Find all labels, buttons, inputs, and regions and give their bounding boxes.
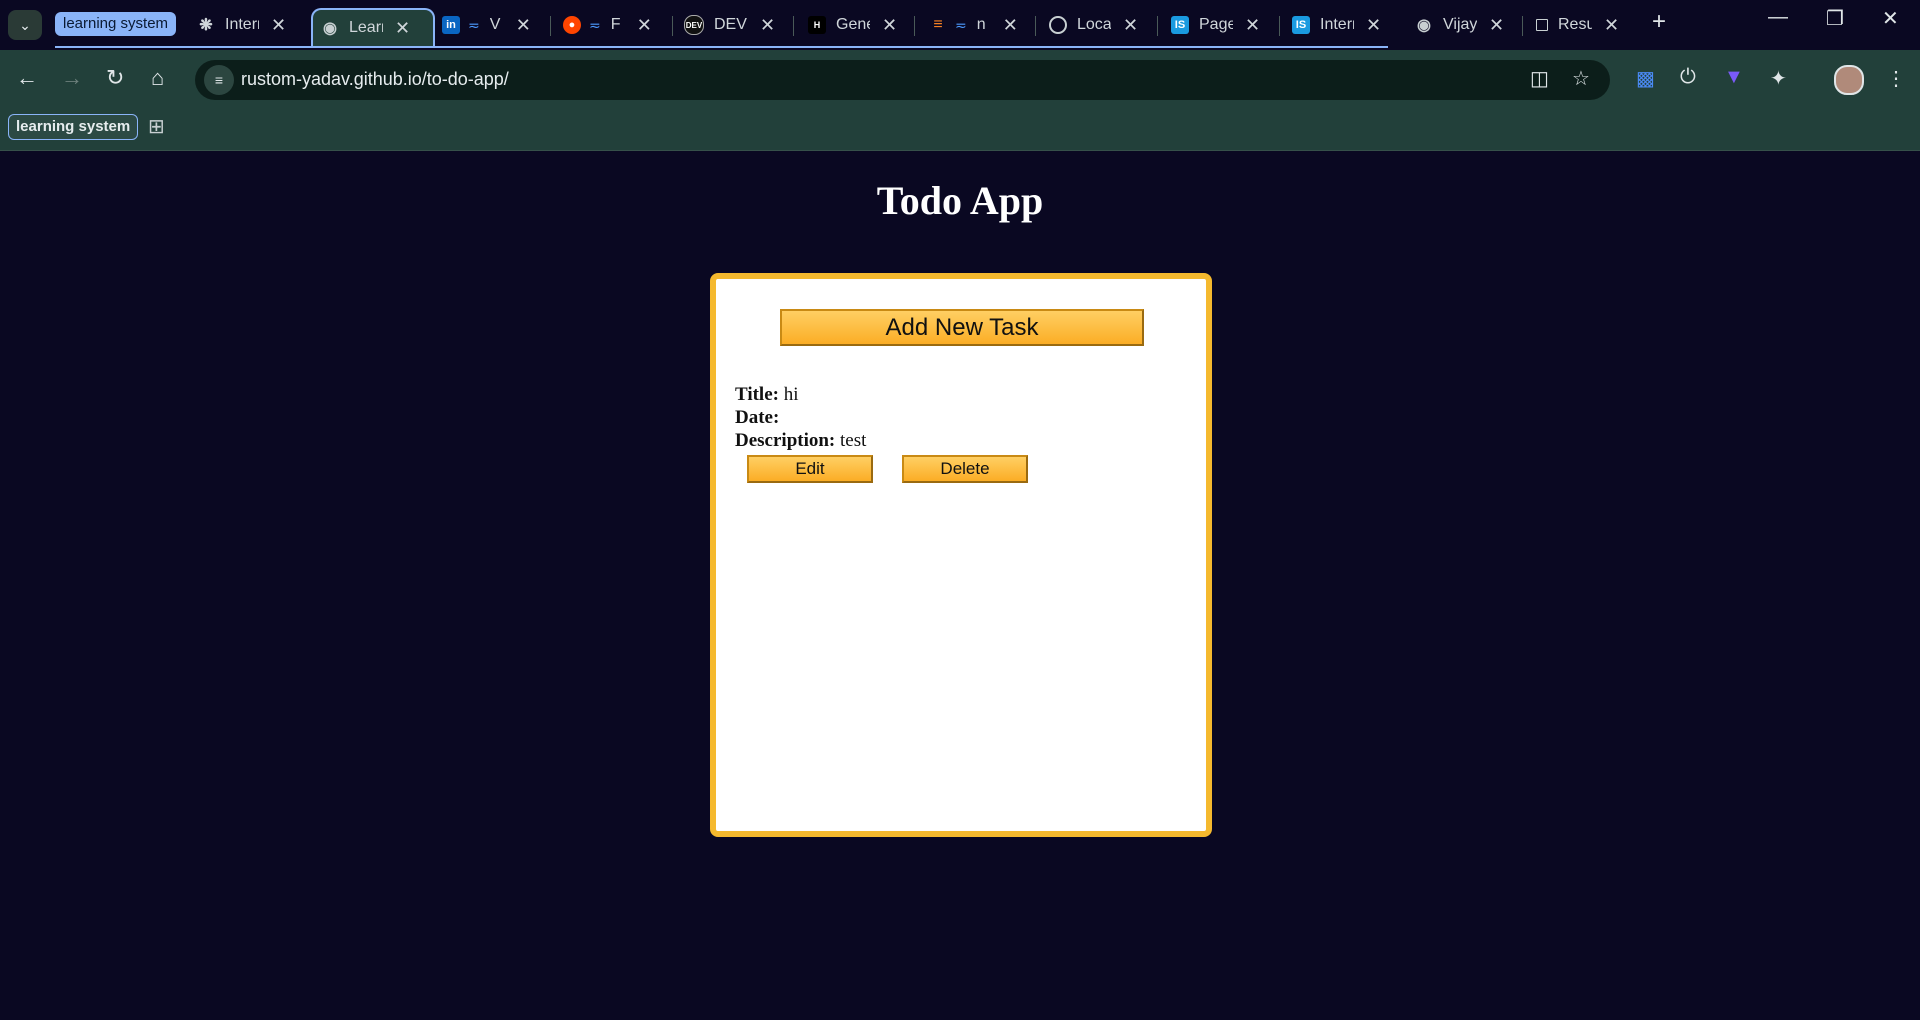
jira-icon: ≂	[955, 16, 967, 33]
back-icon[interactable]: ←	[16, 65, 38, 91]
is-icon: IS	[1171, 16, 1189, 34]
tab-separator	[1035, 16, 1036, 36]
tab-separator	[1279, 16, 1280, 36]
tab-9[interactable]: IS Page ✕	[1171, 8, 1260, 42]
url-text[interactable]: rustom-yadav.github.io/to-do-app/	[241, 69, 509, 90]
new-tab-button[interactable]: +	[1652, 8, 1666, 36]
vpn-extension-icon[interactable]: ▼	[1724, 66, 1744, 89]
close-icon[interactable]: ✕	[1366, 15, 1381, 36]
linkedin-icon: in	[442, 16, 460, 34]
close-icon[interactable]: ✕	[882, 15, 897, 36]
tab-6[interactable]: H Gene ✕	[808, 8, 897, 42]
translate-icon[interactable]: ◫	[1530, 66, 1549, 91]
task-description-label: Description:	[735, 430, 836, 451]
google-translate-extension-icon[interactable]: ▩	[1636, 66, 1655, 91]
close-icon[interactable]: ✕	[760, 15, 775, 36]
tab-12[interactable]: Resu ✕	[1536, 8, 1619, 42]
home-icon[interactable]: ⌂	[151, 65, 164, 91]
tab-separator	[1157, 16, 1158, 36]
task-date-row: Date:	[735, 406, 866, 429]
is-icon: IS	[1292, 16, 1310, 34]
close-icon[interactable]: ✕	[395, 18, 410, 39]
square-icon	[1536, 19, 1548, 31]
stackoverflow-icon: ≡	[933, 16, 943, 33]
chevron-down-icon: ⌄	[19, 16, 31, 33]
tab-8[interactable]: Local ✕	[1049, 8, 1138, 42]
task-title-row: Title: hi	[735, 383, 866, 406]
tab-separator	[914, 16, 915, 36]
tab-2-active[interactable]: ◉ Learn ✕	[311, 8, 435, 46]
close-icon[interactable]: ✕	[1604, 15, 1619, 36]
bookmark-group-chip[interactable]: learning system	[8, 114, 139, 140]
close-window-icon[interactable]: ✕	[1882, 6, 1899, 31]
tab-5[interactable]: DEV DEV ✕	[684, 8, 775, 42]
forward-icon[interactable]: →	[61, 65, 83, 91]
page-content: Todo App Add New Task Title: hi Date: De…	[0, 151, 1920, 1020]
apps-grid-icon[interactable]: ⊞	[148, 114, 165, 139]
tab-separator	[1522, 16, 1523, 36]
page-title: Todo App	[876, 178, 1044, 223]
globe-icon: ◉	[323, 20, 337, 37]
task-description-row: Description: test	[735, 429, 866, 452]
openai-icon: ❋	[199, 17, 213, 34]
close-icon[interactable]: ✕	[637, 15, 652, 36]
close-icon[interactable]: ✕	[1245, 15, 1260, 36]
delete-button[interactable]: Delete	[902, 455, 1028, 483]
extensions-puzzle-icon[interactable]: ✦	[1770, 66, 1787, 91]
reddit-icon: ●	[563, 16, 581, 34]
task-title-value: hi	[783, 384, 799, 405]
power-icon[interactable]: ⏻	[1680, 66, 1696, 89]
close-icon[interactable]: ✕	[1489, 15, 1504, 36]
tab-search-button[interactable]: ⌄	[8, 10, 42, 40]
tab-group-chip[interactable]: learning system	[55, 12, 177, 36]
star-icon[interactable]: ☆	[1572, 66, 1590, 91]
site-info-icon[interactable]: ≡	[204, 65, 234, 95]
tab-separator	[793, 16, 794, 36]
tab-7[interactable]: ≡ ≂ n ✕	[929, 8, 1018, 42]
tab-separator	[672, 16, 673, 36]
globe-icon: ◉	[1417, 17, 1431, 34]
reload-icon[interactable]: ↻	[106, 65, 124, 91]
tab-11[interactable]: ◉ Vijay ✕	[1415, 8, 1504, 42]
add-new-task-button[interactable]: Add New Task	[780, 309, 1144, 346]
browser-titlebar: ⌄ learning system ❋ Interr ✕ ◉ Learn ✕ i…	[0, 0, 1920, 50]
close-icon[interactable]: ✕	[516, 15, 531, 36]
tab-4[interactable]: ● ≂ F ✕	[563, 8, 652, 42]
dev-icon: DEV	[684, 15, 704, 35]
minimize-icon[interactable]: —	[1768, 6, 1788, 29]
hashnode-icon: H	[808, 16, 826, 34]
tab-group-underline	[55, 46, 1388, 48]
close-icon[interactable]: ✕	[1003, 15, 1018, 36]
edit-button[interactable]: Edit	[747, 455, 873, 483]
tab-separator	[550, 16, 551, 36]
tab-3[interactable]: in ≂ V ✕	[442, 8, 531, 42]
task-item: Title: hi Date: Description: test	[735, 383, 866, 452]
circle-icon	[1049, 16, 1067, 34]
tab-10[interactable]: IS Interr ✕	[1292, 8, 1381, 42]
jira-icon: ≂	[468, 16, 480, 33]
menu-kebab-icon[interactable]: ⋮	[1886, 66, 1906, 91]
close-icon[interactable]: ✕	[1123, 15, 1138, 36]
todo-card: Add New Task Title: hi Date: Description…	[710, 273, 1212, 837]
jira-icon: ≂	[589, 16, 601, 33]
close-icon[interactable]: ✕	[271, 15, 286, 36]
profile-avatar[interactable]	[1834, 65, 1864, 95]
task-title-label: Title:	[735, 384, 779, 405]
bookmarks-bar	[0, 108, 1920, 151]
task-description-value: test	[840, 430, 867, 451]
restore-icon[interactable]: ❐	[1826, 6, 1844, 31]
task-date-label: Date:	[735, 407, 780, 428]
tab-1[interactable]: ❋ Interr ✕	[197, 8, 286, 42]
